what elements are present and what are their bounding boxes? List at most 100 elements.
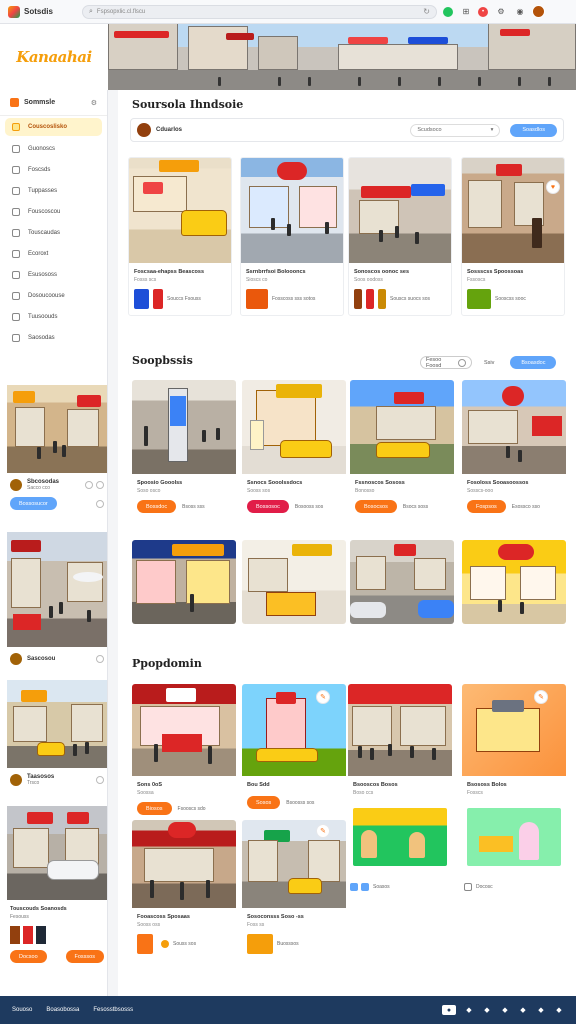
store-card[interactable]: Bsooscos Bosos Boso ccs (348, 684, 452, 866)
avatar[interactable] (532, 5, 545, 18)
reload-icon[interactable]: ↻ (423, 7, 430, 16)
app-icon[interactable]: ● (442, 1005, 456, 1015)
sidebar-card-button-2[interactable]: Fosssos (65, 950, 104, 963)
sidebar-item[interactable]: Tuusoouds (0, 306, 107, 327)
sidebar-item[interactable]: Foscsds (0, 159, 107, 180)
sidebar-item[interactable]: Saosodas (0, 327, 107, 348)
share-icon[interactable] (96, 481, 104, 489)
favorite-icon[interactable]: ✎ (534, 690, 548, 704)
card-sub: Fosscs (467, 790, 483, 796)
card-title: Sonoscos oonoc ses (354, 269, 410, 275)
favorite-icon[interactable]: ✎ (316, 824, 330, 838)
store-card[interactable]: ✎ Bsososs Bolos Fosscs (462, 684, 566, 866)
more-icon[interactable] (96, 499, 104, 508)
store-card[interactable]: ✎ Bou Sdd Sosos Bsoosss sos (242, 684, 346, 815)
sidebar-card-button[interactable]: Bossosucor (10, 497, 57, 510)
store-image (7, 806, 107, 900)
product-thumb (137, 934, 153, 954)
store-card[interactable]: Ssnocs Sooolssdocs Sooss sos Bossosoc Bos… (242, 380, 346, 519)
store-card[interactable]: Fosoloss Sooasoossos Sosscs-ooo Fospsos E… (462, 380, 566, 519)
facebook-icon[interactable]: ◆ (482, 1005, 492, 1015)
sidebar-item[interactable]: Fouscoscou (0, 201, 107, 222)
store-card[interactable]: Fssnoscos Sososs Bonosso Bosocsos Bsocs s… (350, 380, 454, 519)
store-image (350, 540, 454, 624)
youtube-icon[interactable]: ◆ (518, 1005, 528, 1015)
store-image-tile[interactable] (242, 540, 346, 624)
category-select[interactable]: Scudsoco ▾ (410, 123, 501, 137)
notification-icon[interactable]: • (478, 6, 488, 17)
sidebar-item[interactable]: Esusososs (0, 264, 107, 285)
twitter-icon[interactable]: ◆ (464, 1005, 474, 1015)
product-thumb (153, 289, 163, 309)
card-title: Bsososs Bolos (467, 782, 507, 788)
sidebar-item[interactable]: Couscoslisko (5, 118, 102, 136)
grid-icon[interactable]: ⊞ (460, 6, 472, 18)
card-button[interactable]: Bossdoc (137, 500, 177, 513)
sort-select[interactable]: Fesoo Foosd (420, 356, 472, 369)
footer-link[interactable]: Fesosstbsosss (93, 1007, 133, 1013)
store-card[interactable]: Foscsaa-ehapss Beascoss Fosss scs Souccs… (128, 157, 232, 316)
settings-icon[interactable]: ⚙ (495, 6, 507, 18)
sidebar-item-label: Couscoslisko (28, 124, 68, 130)
card-meta: Sbcosodas Sacco cco (7, 473, 107, 497)
menu-item-icon (12, 249, 20, 258)
sidebar-card[interactable]: Taasosos Trsco (7, 680, 107, 792)
sidebar-item[interactable]: Touscaudas (0, 222, 107, 243)
section-title: Soopbssis (132, 354, 193, 367)
store-card[interactable]: Sons 0oS Soossa Biosos Fsooscs sdo (132, 684, 236, 821)
sidebar-item[interactable]: Dosoucoouse (0, 285, 107, 306)
favorite-icon[interactable]: ♥ (546, 180, 560, 194)
sidebar-card[interactable]: Sascosou (7, 532, 107, 671)
search-icon: ⌕ (89, 7, 93, 15)
store-card[interactable]: ♥ Sossscss Spoossoas Fssoscs Sooscss soo… (461, 157, 565, 316)
card-button[interactable]: Bosocsos (355, 500, 397, 513)
menu-item-icon (12, 228, 20, 237)
profile-icon[interactable]: ◉ (514, 6, 526, 18)
sidebar-item[interactable]: Guonoscs (0, 138, 107, 159)
store-image-tile[interactable] (132, 540, 236, 624)
sidebar-title: Sommsle (24, 99, 56, 106)
filter-bar: Cduarlos Scudsoco ▾ Soasdlos (130, 118, 564, 142)
store-card[interactable]: Sonoscos oonoc ses Soos oodoss Souscs su… (348, 157, 452, 316)
card-button[interactable]: Biosos (137, 802, 172, 815)
footer-link[interactable]: Souoso (12, 1007, 32, 1013)
card-meta-row: Soasos (350, 883, 390, 891)
app-logo-icon[interactable] (8, 5, 20, 18)
settings-icon[interactable]: ⚙ (91, 99, 97, 107)
section-title: Ppopdomin (132, 657, 202, 670)
card-button[interactable]: Fospsos (467, 500, 506, 513)
instagram-icon[interactable]: ◆ (500, 1005, 510, 1015)
view-tabs[interactable]: Ssiv (484, 360, 494, 366)
store-card[interactable]: ✎ Sosoconsss Soso -ss Foss ss Buosssos (242, 820, 346, 960)
sidebar-card[interactable]: Sbcosodas Sacco cco Bossosucor (7, 385, 107, 514)
sidebar-card-button[interactable]: Docsoo (10, 950, 47, 963)
heart-icon[interactable] (85, 481, 93, 489)
card-button[interactable]: Bossosoc (247, 500, 289, 513)
sidebar-item[interactable]: Ecoroxt (0, 243, 107, 264)
filter-button[interactable]: Soasdlos (510, 123, 557, 137)
site-logo[interactable]: Kanaahai (0, 24, 108, 90)
extension-icon[interactable] (443, 6, 453, 17)
favorite-icon[interactable]: ✎ (316, 690, 330, 704)
sidebar-item[interactable]: Tuppasses (0, 180, 107, 201)
card-meta: Bsoss sss (182, 503, 205, 510)
heart-icon[interactable] (96, 655, 104, 663)
store-card[interactable]: Ssrnbrrfsoi Boloooncs Sioscs co Fosscoss… (240, 157, 344, 316)
linkedin-icon[interactable]: ◆ (536, 1005, 546, 1015)
mail-icon[interactable]: ◆ (554, 1005, 564, 1015)
page-title: Soursola Ihndsoie (132, 98, 244, 111)
footer-link[interactable]: Boasobossa (46, 1007, 79, 1013)
store-card[interactable]: Spoosio Gooolss Soso osco Bossdoc Bsoss s… (132, 380, 236, 519)
store-card[interactable]: Fooascoss Sposaas Sooss oss Souss sos (132, 820, 236, 960)
sidebar-item-label: Tuusoouds (28, 313, 58, 320)
card-meta: Fosscoss sss sotos (272, 296, 316, 302)
card-button[interactable]: Sosos (247, 796, 281, 809)
store-image-tile[interactable] (350, 540, 454, 624)
card-name: Touscouds Soanosds (10, 906, 67, 912)
heart-icon[interactable] (96, 776, 104, 784)
store-image-tile[interactable] (462, 540, 566, 624)
section-button[interactable]: Bsoasdoc (510, 356, 557, 369)
sidebar-card[interactable]: Touscouds Soanosds Fesouss Docsoo Fossso… (7, 806, 107, 965)
address-bar[interactable]: ⌕ Fspsopxlic.cl.flscu ↻ (82, 4, 437, 19)
card-meta: Souccs Fsouss (167, 296, 201, 302)
